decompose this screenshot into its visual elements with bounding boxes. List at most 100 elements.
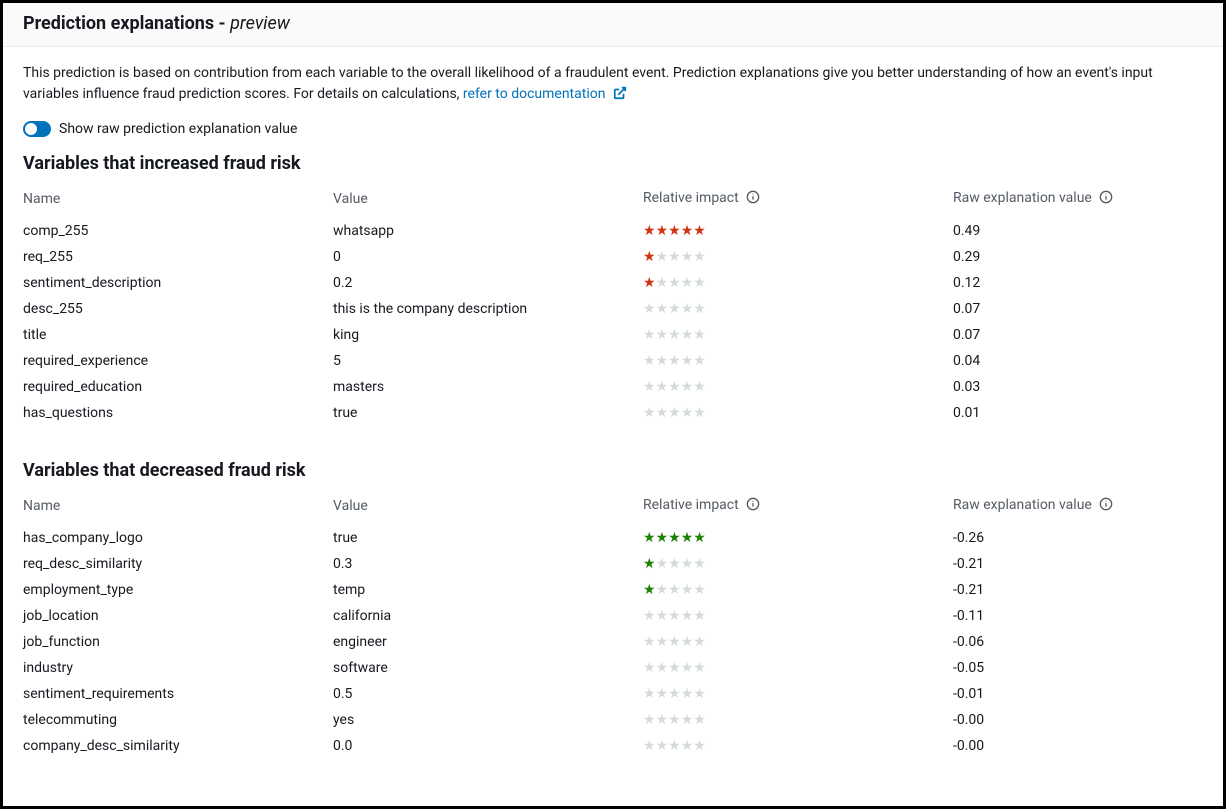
cell-impact: ★★★★★ xyxy=(643,296,953,322)
table-row: has_company_logotrue★★★★★ -0.26 xyxy=(23,525,1203,551)
cell-name: job_location xyxy=(23,603,333,629)
star-rating: ★★★★★ xyxy=(643,556,706,572)
show-raw-toggle[interactable] xyxy=(23,121,51,137)
star-rating: ★★★★★ xyxy=(643,301,706,317)
cell-value: engineer xyxy=(333,629,643,655)
panel-header: Prediction explanations - preview xyxy=(3,3,1223,47)
show-raw-toggle-label: Show raw prediction explanation value xyxy=(59,121,297,137)
cell-impact: ★★★★★ xyxy=(643,348,953,374)
cell-raw: 0.01 xyxy=(953,400,1203,426)
table-header-row: Name Value Relative impact Raw explanati… xyxy=(23,182,1203,218)
star-rating: ★★★★★ xyxy=(643,712,706,728)
table-row: sentiment_requirements0.5★★★★★-0.01 xyxy=(23,681,1203,707)
star-rating: ★★★★★ xyxy=(643,275,706,291)
cell-impact: ★★★★★ xyxy=(643,525,953,551)
cell-raw: 0.12 xyxy=(953,270,1203,296)
cell-raw: 0.29 xyxy=(953,244,1203,270)
cell-value: true xyxy=(333,400,643,426)
cell-raw: -0.00 xyxy=(953,733,1203,759)
col-name-header: Name xyxy=(23,182,333,218)
cell-raw: 0.07 xyxy=(953,322,1203,348)
panel-title-main: Prediction explanations - xyxy=(23,13,226,34)
cell-value: 5 xyxy=(333,348,643,374)
cell-value: california xyxy=(333,603,643,629)
cell-raw: -0.11 xyxy=(953,603,1203,629)
table-row: req_2550★★★★★0.29 xyxy=(23,244,1203,270)
star-rating: ★★★★★ xyxy=(643,223,706,239)
col-raw-label: Raw explanation value xyxy=(953,497,1092,513)
cell-impact: ★★★★★ xyxy=(643,374,953,400)
col-impact-header: Relative impact xyxy=(643,489,953,525)
cell-name: job_function xyxy=(23,629,333,655)
col-impact-label: Relative impact xyxy=(643,497,739,513)
toggle-row: Show raw prediction explanation value xyxy=(23,121,1203,137)
increased-heading: Variables that increased fraud risk xyxy=(23,153,1203,174)
cell-value: 0.2 xyxy=(333,270,643,296)
external-link-icon xyxy=(613,88,627,104)
cell-value: masters xyxy=(333,374,643,400)
col-raw-header: Raw explanation value xyxy=(953,182,1203,218)
info-icon[interactable] xyxy=(1099,497,1113,515)
cell-value: temp xyxy=(333,577,643,603)
documentation-link[interactable]: refer to documentation xyxy=(463,86,627,102)
cell-name: company_desc_similarity xyxy=(23,733,333,759)
increased-table: Name Value Relative impact Raw explanati… xyxy=(23,182,1203,426)
cell-value: yes xyxy=(333,707,643,733)
panel-title-preview: preview xyxy=(230,13,290,34)
star-rating: ★★★★★ xyxy=(643,608,706,624)
cell-name: has_company_logo xyxy=(23,525,333,551)
cell-impact: ★★★★★ xyxy=(643,733,953,759)
cell-name: has_questions xyxy=(23,400,333,426)
cell-name: sentiment_requirements xyxy=(23,681,333,707)
cell-impact: ★★★★★ xyxy=(643,629,953,655)
cell-raw: 0.07 xyxy=(953,296,1203,322)
star-rating: ★★★★★ xyxy=(643,530,706,546)
cell-value: software xyxy=(333,655,643,681)
cell-value: whatsapp xyxy=(333,218,643,244)
cell-value: 0.0 xyxy=(333,733,643,759)
star-rating: ★★★★★ xyxy=(643,582,706,598)
info-icon[interactable] xyxy=(1099,190,1113,208)
star-rating: ★★★★★ xyxy=(643,660,706,676)
col-impact-label: Relative impact xyxy=(643,190,739,206)
panel-body: This prediction is based on contribution… xyxy=(3,47,1223,779)
cell-impact: ★★★★★ xyxy=(643,400,953,426)
cell-raw: -0.21 xyxy=(953,577,1203,603)
cell-impact: ★★★★★ xyxy=(643,270,953,296)
col-name-header: Name xyxy=(23,489,333,525)
cell-impact: ★★★★★ xyxy=(643,551,953,577)
table-row: industrysoftware★★★★★-0.05 xyxy=(23,655,1203,681)
cell-raw: 0.03 xyxy=(953,374,1203,400)
cell-name: title xyxy=(23,322,333,348)
cell-raw: 0.04 xyxy=(953,348,1203,374)
table-row: desc_255this is the company description★… xyxy=(23,296,1203,322)
info-icon[interactable] xyxy=(746,497,760,515)
table-row: job_functionengineer★★★★★-0.06 xyxy=(23,629,1203,655)
cell-impact: ★★★★★ xyxy=(643,603,953,629)
table-row: job_locationcalifornia★★★★★ -0.11 xyxy=(23,603,1203,629)
cell-impact: ★★★★★ xyxy=(643,218,953,244)
cell-name: employment_type xyxy=(23,577,333,603)
star-rating: ★★★★★ xyxy=(643,738,706,754)
cell-name: comp_255 xyxy=(23,218,333,244)
cell-raw: -0.01 xyxy=(953,681,1203,707)
star-rating: ★★★★★ xyxy=(643,327,706,343)
cell-impact: ★★★★★ xyxy=(643,577,953,603)
cell-name: req_desc_similarity xyxy=(23,551,333,577)
info-icon[interactable] xyxy=(746,190,760,208)
cell-value: true xyxy=(333,525,643,551)
cell-name: required_experience xyxy=(23,348,333,374)
cell-impact: ★★★★★ xyxy=(643,244,953,270)
cell-name: sentiment_description xyxy=(23,270,333,296)
table-row: comp_255whatsapp★★★★★0.49 xyxy=(23,218,1203,244)
col-value-header: Value xyxy=(333,182,643,218)
cell-value: 0 xyxy=(333,244,643,270)
cell-impact: ★★★★★ xyxy=(643,655,953,681)
cell-raw: -0.26 xyxy=(953,525,1203,551)
col-raw-header: Raw explanation value xyxy=(953,489,1203,525)
table-header-row: Name Value Relative impact Raw explanati… xyxy=(23,489,1203,525)
decreased-heading: Variables that decreased fraud risk xyxy=(23,460,1203,481)
table-row: req_desc_similarity0.3★★★★★-0.21 xyxy=(23,551,1203,577)
cell-raw: -0.05 xyxy=(953,655,1203,681)
table-row: employment_typetemp★★★★★ -0.21 xyxy=(23,577,1203,603)
